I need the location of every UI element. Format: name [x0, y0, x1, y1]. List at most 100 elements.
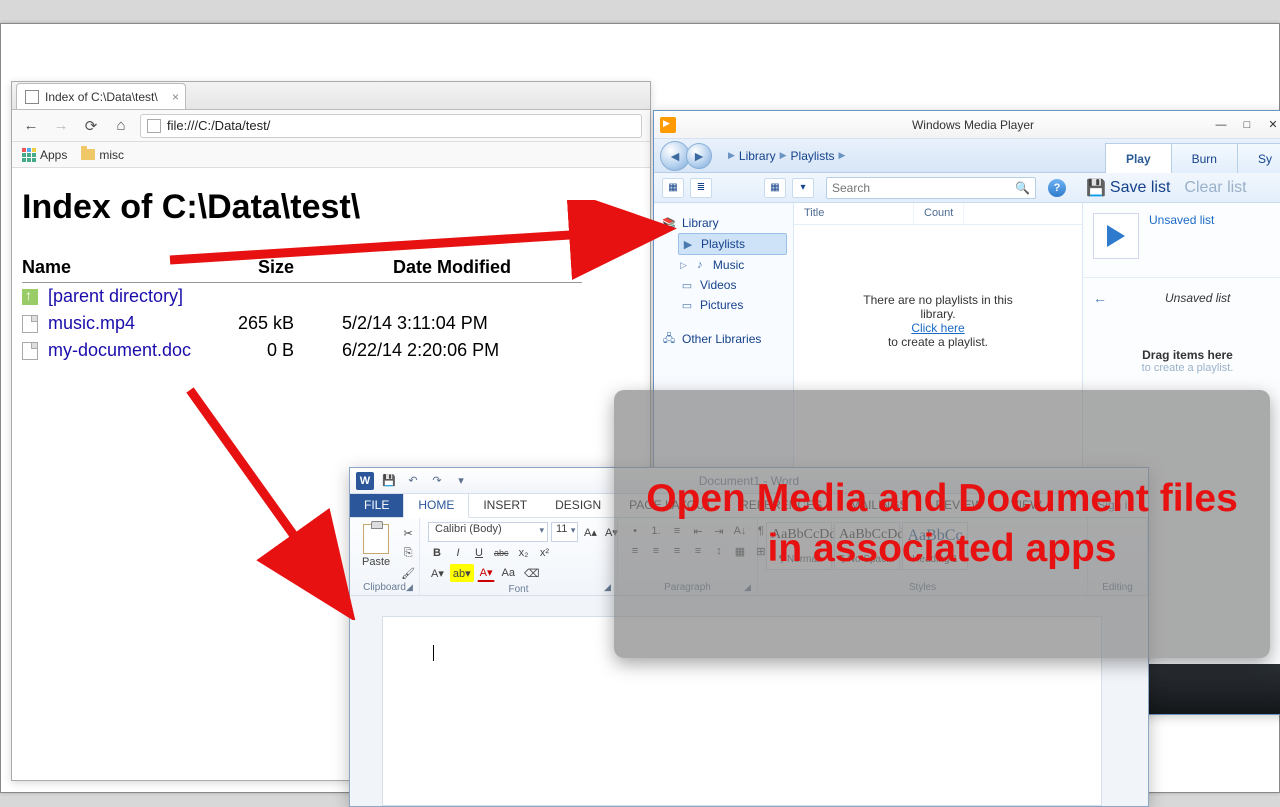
tree-music[interactable]: ▷♪Music: [678, 255, 787, 275]
wmp-toolbar: ▦ ≣ ▦ ▾ 🔍 ? 💾Save list Clear list: [654, 173, 1280, 203]
italic-button[interactable]: I: [449, 544, 467, 562]
dialog-launcher-icon[interactable]: ◢: [406, 582, 416, 592]
tree-playlists[interactable]: ▶Playlists: [678, 233, 787, 255]
play-thumbnail: [1093, 213, 1139, 259]
text-cursor: [433, 645, 434, 661]
library-icon: 📚: [662, 216, 676, 230]
superscript-button[interactable]: x²: [536, 544, 554, 562]
wmp-empty-state: There are no playlists in this library. …: [794, 293, 1082, 349]
forward-button[interactable]: →: [50, 115, 72, 137]
up-icon: [22, 289, 38, 305]
copy-button[interactable]: ⎘: [398, 544, 418, 562]
unsaved-list-link[interactable]: Unsaved list: [1149, 213, 1214, 227]
apps-shortcut[interactable]: Apps: [22, 148, 67, 162]
highlight-button[interactable]: ab▾: [450, 564, 474, 582]
save-icon: 💾: [1086, 178, 1106, 198]
help-button[interactable]: ?: [1048, 179, 1066, 197]
file-link[interactable]: my-document.doc: [48, 340, 191, 360]
cut-button[interactable]: ✂: [398, 524, 418, 542]
chevron-right-icon: ▶: [839, 150, 846, 161]
qat-redo-button[interactable]: ↷: [428, 472, 446, 490]
back-button[interactable]: ←: [20, 115, 42, 137]
file-size: 0 B: [212, 337, 322, 364]
back-arrow-icon[interactable]: ←: [1093, 290, 1107, 306]
crumb-library[interactable]: Library: [739, 149, 776, 163]
crumb-playlists[interactable]: Playlists: [791, 149, 835, 163]
clipboard-icon: [363, 524, 389, 554]
parent-row[interactable]: [parent directory]: [22, 283, 582, 311]
font-family-select[interactable]: Calibri (Body): [428, 522, 548, 542]
file-row[interactable]: my-document.doc 0 B 6/22/14 2:20:06 PM: [22, 337, 582, 364]
browser-tab[interactable]: Index of C:\Data\test\ ×: [16, 83, 186, 109]
favicon-icon: [25, 90, 39, 104]
change-case-button[interactable]: Aa: [498, 564, 517, 582]
tree-other-libraries[interactable]: 🖧Other Libraries: [660, 329, 787, 349]
format-painter-button[interactable]: 🖌: [398, 564, 418, 582]
stream-button[interactable]: ≣: [690, 178, 712, 198]
tab-close-button[interactable]: ×: [172, 90, 179, 104]
browser-toolbar: ← → ⟳ ⌂: [12, 110, 650, 142]
bold-button[interactable]: B: [428, 544, 446, 562]
paste-button[interactable]: Paste: [358, 522, 394, 582]
tab-play[interactable]: Play: [1105, 143, 1172, 173]
music-icon: ♪: [693, 258, 707, 272]
wmp-search-input[interactable]: [832, 181, 1015, 195]
wmp-maximize-button[interactable]: □: [1234, 116, 1260, 134]
grow-font-button[interactable]: A▴: [581, 523, 599, 541]
tree-pictures[interactable]: ▭Pictures: [678, 295, 787, 315]
url-input[interactable]: [167, 118, 635, 133]
clear-list-button[interactable]: Clear list: [1184, 179, 1246, 197]
qat-save-button[interactable]: 💾: [380, 472, 398, 490]
annotation-overlay: Open Media and Document files in associa…: [614, 390, 1270, 658]
col-date: Date Modified: [322, 253, 582, 283]
unsaved-list-label: Unsaved list: [1165, 291, 1230, 305]
wmp-breadcrumb[interactable]: ▶ Library ▶ Playlists ▶: [728, 149, 845, 163]
qat-customize-button[interactable]: ▾: [452, 472, 470, 490]
wmp-search[interactable]: 🔍: [826, 177, 1036, 199]
font-size-select[interactable]: 11: [551, 522, 578, 542]
dialog-launcher-icon[interactable]: ◢: [604, 582, 614, 592]
address-bar[interactable]: [140, 114, 642, 138]
picture-icon: ▭: [680, 298, 694, 312]
underline-button[interactable]: U: [470, 544, 488, 562]
home-button[interactable]: ⌂: [110, 115, 132, 137]
search-icon: 🔍: [1015, 181, 1030, 195]
reload-button[interactable]: ⟳: [80, 115, 102, 137]
save-list-button[interactable]: 💾Save list: [1086, 178, 1170, 198]
page-heading: Index of C:\Data\test\: [22, 188, 640, 227]
tab-title: Index of C:\Data\test\: [45, 90, 158, 104]
view-dropdown[interactable]: ▾: [792, 178, 814, 198]
col-title[interactable]: Title: [794, 203, 914, 224]
create-playlist-link[interactable]: Click here: [911, 321, 964, 335]
tab-sync[interactable]: Sy: [1237, 143, 1280, 173]
tab-home[interactable]: HOME: [403, 492, 469, 518]
view-button[interactable]: ▦: [764, 178, 786, 198]
file-date: 6/22/14 2:20:06 PM: [322, 337, 582, 364]
wmp-close-button[interactable]: ✕: [1260, 116, 1280, 134]
wmp-minimize-button[interactable]: —: [1208, 116, 1234, 134]
parent-link[interactable]: [parent directory]: [48, 286, 183, 306]
strikethrough-button[interactable]: abc: [491, 544, 512, 562]
file-row[interactable]: music.mp4 265 kB 5/2/14 3:11:04 PM: [22, 310, 582, 337]
video-icon: ▭: [680, 278, 694, 292]
tab-burn[interactable]: Burn: [1171, 143, 1238, 173]
tree-library[interactable]: 📚Library: [660, 213, 787, 233]
file-link[interactable]: music.mp4: [48, 313, 135, 333]
qat-undo-button[interactable]: ↶: [404, 472, 422, 490]
font-color-button[interactable]: A▾: [477, 564, 496, 582]
tab-design[interactable]: DESIGN: [541, 493, 615, 517]
col-count[interactable]: Count: [914, 203, 964, 224]
wmp-forward-button[interactable]: ►: [686, 143, 712, 169]
text-effects-button[interactable]: A▾: [428, 564, 447, 582]
tab-file[interactable]: FILE: [350, 493, 403, 517]
subscript-button[interactable]: x₂: [515, 544, 533, 562]
clear-formatting-button[interactable]: ⌫: [521, 564, 543, 582]
tree-videos[interactable]: ▭Videos: [678, 275, 787, 295]
word-app-icon: W: [356, 472, 374, 490]
bookmark-misc[interactable]: misc: [81, 148, 124, 162]
wmp-mode-tabs: Play Burn Sy: [1105, 139, 1280, 173]
organize-button[interactable]: ▦: [662, 178, 684, 198]
wmp-titlebar: Windows Media Player — □ ✕: [654, 111, 1280, 139]
wmp-list-header: Title Count: [794, 203, 1082, 225]
tab-insert[interactable]: INSERT: [469, 493, 541, 517]
